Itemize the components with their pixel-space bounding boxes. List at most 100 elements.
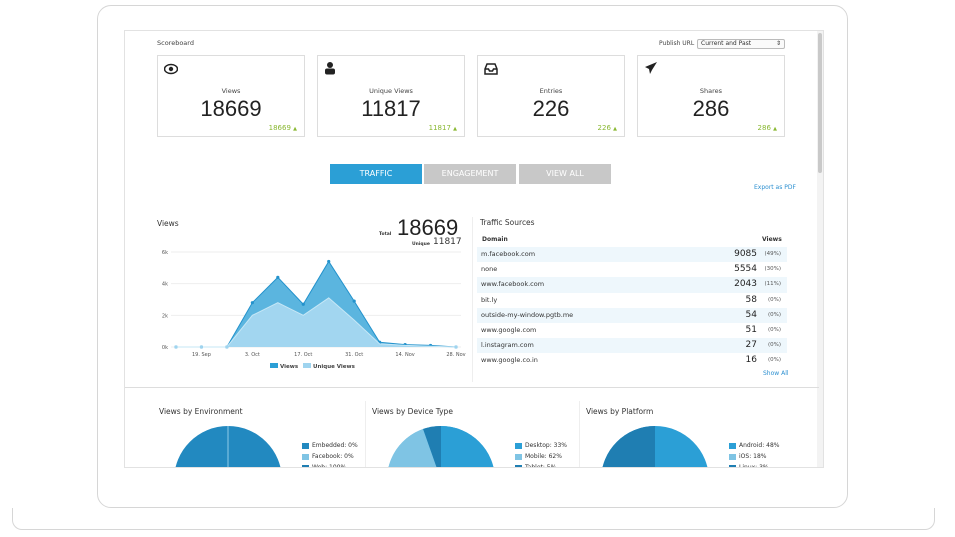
- traffic-row: none 5554 (30%): [477, 262, 787, 277]
- views-count: 5554: [734, 264, 757, 275]
- tab-view-all[interactable]: VIEW ALL: [519, 164, 611, 184]
- publish-url-label: Publish URL: [659, 40, 695, 47]
- legend-item[interactable]: Mobile: 62%: [515, 451, 567, 462]
- views-percent: (0%): [767, 342, 781, 349]
- traffic-row: www.google.com 51 (0%): [477, 323, 787, 338]
- data-point: [352, 299, 356, 303]
- domain: none: [481, 265, 498, 274]
- views-count: 27: [745, 340, 757, 351]
- legend-item[interactable]: Tablet: 5%: [515, 462, 567, 467]
- legend-item[interactable]: iOS: 18%: [729, 451, 779, 462]
- legend-swatch: [303, 363, 311, 368]
- traffic-sources-title: Traffic Sources: [480, 218, 535, 227]
- laptop-base: [12, 508, 935, 530]
- domain: l.instagram.com: [481, 341, 534, 350]
- pie-legend: Desktop: 33% Mobile: 62% Tablet: 5%: [515, 440, 567, 467]
- domain: bit.ly: [481, 295, 498, 304]
- views-count: 9085: [734, 249, 757, 259]
- scorecard-change: 226 ▲: [597, 124, 617, 132]
- legend-label: Views: [280, 364, 299, 370]
- views-percent: (0%): [767, 357, 781, 364]
- views-percent: (0%): [767, 311, 781, 318]
- pie-legend: Embedded: 0% Facebook: 0% Web: 100%: [302, 440, 358, 467]
- x-tick-label: 19. Sep: [192, 352, 211, 358]
- pie-title: Views by Environment: [159, 407, 243, 416]
- y-tick-label: 6k: [162, 250, 168, 256]
- domain: www.google.com: [481, 325, 537, 334]
- scorecard-label: Shares: [699, 87, 723, 95]
- domain: outside-my-window.pgtb.me: [481, 310, 574, 319]
- scorecard-entries: Entries 226 226 ▲: [477, 55, 625, 137]
- export-pdf-link[interactable]: Export as PDF: [754, 184, 796, 191]
- y-tick-label: 4k: [162, 282, 168, 288]
- y-tick-label: 2k: [162, 313, 168, 319]
- data-point: [199, 345, 204, 349]
- x-tick-label: 17. Oct: [294, 352, 312, 358]
- pie-chart: [173, 425, 283, 467]
- show-all-link[interactable]: Show All: [763, 370, 789, 377]
- traffic-table: m.facebook.com 9085 (49%) none 5554 (30%) www.…: [477, 247, 787, 369]
- pie-legend: Android: 48% iOS: 18% Linux: 3%: [729, 440, 779, 467]
- legend-item[interactable]: Android: 48%: [729, 440, 779, 451]
- data-point: [276, 275, 280, 279]
- inbox-icon: [484, 60, 498, 75]
- legend-item[interactable]: Web: 100%: [302, 462, 358, 467]
- paper-plane-icon: [644, 60, 658, 74]
- data-point: [327, 259, 331, 264]
- scorecard-label: Entries: [539, 87, 563, 95]
- legend-item[interactable]: Embedded: 0%: [302, 440, 358, 451]
- x-tick-label: 14. Nov: [395, 352, 414, 358]
- views-percent: (11%): [764, 281, 781, 288]
- views-count: 51: [745, 324, 757, 335]
- traffic-row: www.facebook.com 2043 (11%): [477, 277, 787, 293]
- traffic-row: outside-my-window.pgtb.me 54 (0%): [477, 307, 787, 323]
- legend-swatch: [270, 363, 278, 368]
- legend-item[interactable]: Linux: 3%: [729, 462, 779, 467]
- scrollbar-thumb[interactable]: [818, 33, 822, 173]
- y-tick-label: 0k: [162, 345, 168, 351]
- domain: www.google.co.in: [481, 356, 538, 365]
- x-tick-label: 28. Nov: [446, 352, 465, 358]
- scorecard-value: 226: [532, 96, 570, 121]
- views-count: 58: [745, 294, 757, 305]
- scrollbar[interactable]: [817, 31, 823, 467]
- scorecard-change: 286 ▲: [757, 124, 777, 132]
- traffic-row: l.instagram.com 27 (0%): [477, 338, 787, 354]
- pie-chart: [386, 425, 496, 467]
- views-percent: (0%): [767, 296, 781, 303]
- scorecard-value: 286: [692, 96, 730, 121]
- traffic-row: www.google.co.in 16 (0%): [477, 353, 787, 368]
- publish-url-select[interactable]: Current and Past ⇕: [697, 39, 785, 49]
- views-count: 54: [745, 309, 757, 320]
- domain-header: Domain: [482, 236, 508, 243]
- x-tick-label: 31. Oct: [345, 352, 363, 358]
- data-point: [301, 302, 305, 306]
- views-percent: (0%): [767, 326, 781, 333]
- publish-url-value: Current and Past: [701, 40, 752, 47]
- pie-title: Views by Device Type: [372, 407, 453, 416]
- up-arrow-icon: ▲: [773, 126, 777, 132]
- domain: www.facebook.com: [481, 280, 545, 289]
- data-point: [250, 301, 254, 305]
- x-tick-label: 3. Oct: [245, 352, 260, 358]
- up-arrow-icon: ▲: [613, 126, 617, 132]
- data-point: [225, 345, 229, 349]
- select-arrow-icon: ⇕: [775, 40, 781, 47]
- legend-item[interactable]: Facebook: 0%: [302, 451, 358, 462]
- views-count: 2043: [734, 279, 757, 290]
- domain: m.facebook.com: [481, 250, 536, 258]
- views-header: Views: [762, 236, 782, 243]
- legend-item[interactable]: Desktop: 33%: [515, 440, 567, 451]
- pie-title: Views by Platform: [586, 407, 654, 416]
- pie-chart: [600, 425, 710, 467]
- legend-label: Unique Views: [313, 364, 356, 370]
- data-point: [174, 345, 178, 349]
- views-percent: (49%): [764, 251, 781, 257]
- dashboard: Scoreboard Publish URL Current and Past ⇕…: [124, 30, 824, 468]
- traffic-row: m.facebook.com 9085 (49%): [477, 247, 787, 263]
- views-count: 16: [745, 355, 757, 366]
- views-area-chart: 0k 2k 4k 6k 19. Sep 3. Oct 17. Oct 31. Oct 14. N…: [162, 250, 466, 370]
- data-point: [454, 345, 458, 349]
- traffic-row: bit.ly 58 (0%): [477, 293, 787, 308]
- scorecard-shares: Shares 286 286 ▲: [637, 55, 785, 137]
